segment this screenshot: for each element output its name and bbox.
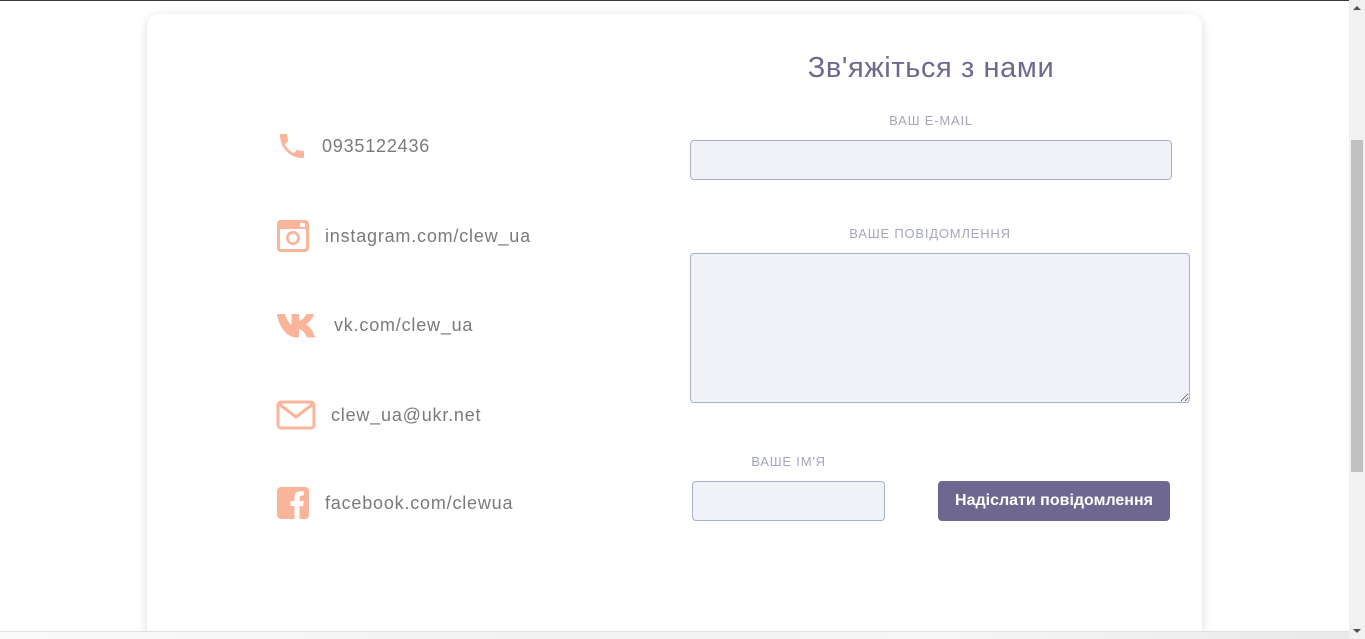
scroll-down-arrow-icon[interactable] bbox=[1349, 623, 1365, 639]
facebook-link[interactable]: facebook.com/clewua bbox=[325, 493, 513, 514]
name-field[interactable] bbox=[692, 481, 885, 521]
form-title: Зв'яжіться з нами bbox=[807, 52, 1055, 84]
contact-item-email[interactable]: clew_ua@ukr.net bbox=[276, 399, 481, 431]
vk-link[interactable]: vk.com/clew_ua bbox=[334, 315, 473, 336]
envelope-icon bbox=[276, 399, 316, 431]
instagram-icon bbox=[276, 219, 310, 253]
send-message-button[interactable]: Надіслати повідомлення bbox=[938, 481, 1170, 521]
instagram-link[interactable]: instagram.com/clew_ua bbox=[325, 226, 531, 247]
top-border-line bbox=[0, 0, 1349, 1]
vk-icon bbox=[276, 311, 319, 339]
contact-item-facebook[interactable]: facebook.com/clewua bbox=[276, 486, 513, 520]
phone-icon bbox=[276, 130, 308, 162]
facebook-icon bbox=[276, 486, 310, 520]
email-link[interactable]: clew_ua@ukr.net bbox=[331, 405, 481, 426]
message-label: ВАШЕ ПОВІДОМЛЕННЯ bbox=[849, 226, 1011, 241]
name-label: ВАШЕ ІМ'Я bbox=[751, 454, 826, 469]
email-label: ВАШ E-MAIL bbox=[889, 113, 973, 128]
taskbar-strip bbox=[0, 631, 1349, 639]
page: 0935122436 instagram.com/clew_ua vk.com/… bbox=[0, 0, 1365, 639]
contact-item-vk[interactable]: vk.com/clew_ua bbox=[276, 311, 473, 339]
contact-item-instagram[interactable]: instagram.com/clew_ua bbox=[276, 219, 531, 253]
contact-item-phone[interactable]: 0935122436 bbox=[276, 130, 430, 162]
scroll-up-arrow-icon[interactable] bbox=[1349, 0, 1365, 16]
phone-number: 0935122436 bbox=[322, 135, 431, 156]
vertical-scrollbar[interactable] bbox=[1349, 0, 1365, 639]
email-field[interactable] bbox=[690, 140, 1172, 180]
scrollbar-thumb[interactable] bbox=[1351, 140, 1363, 472]
message-field[interactable] bbox=[690, 253, 1190, 403]
